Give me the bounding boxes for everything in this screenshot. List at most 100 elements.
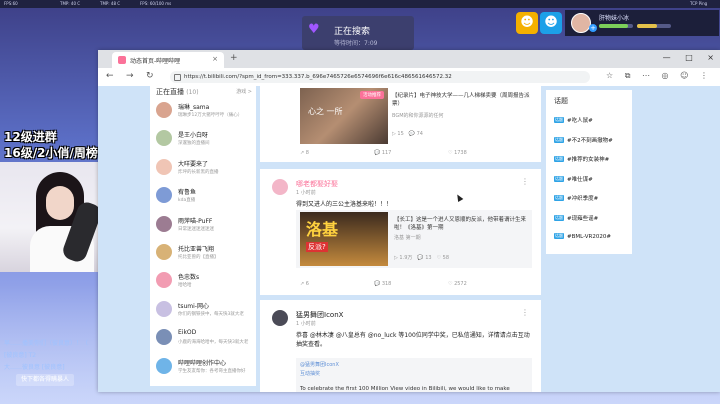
maximize-button[interactable]: □: [685, 53, 693, 62]
topic-badge: 话题: [554, 195, 564, 201]
like-button[interactable]: ♡ 2572: [448, 281, 522, 287]
forward-button[interactable]: →: [126, 71, 134, 81]
group-icon[interactable]: ☻: [540, 12, 562, 34]
topic-item[interactable]: 话题 #冲织季度#: [554, 194, 598, 202]
live-item[interactable]: 雨萍喵-PuFF 日常迷迷迷迷迷迷: [156, 214, 252, 236]
live-item[interactable]: 大咩要来了 炸坪的长新黑的直播: [156, 157, 252, 179]
live-item[interactable]: 是王小白呀 深邃独的直播间: [156, 128, 252, 150]
video-source: BGM的和你源源的任何: [392, 113, 444, 119]
topic-badge: 话题: [554, 214, 564, 221]
share-button[interactable]: ↗ 8: [300, 150, 374, 156]
post-text: 得到又进人的三公主洛基来啦！！！: [296, 201, 393, 208]
url-field[interactable]: https://t.bilibili.com/?spm_id_from=333.…: [170, 71, 590, 83]
post-time: 1 小时前: [296, 321, 316, 327]
extensions-icon[interactable]: ⋯: [642, 71, 650, 80]
topic-item[interactable]: 话题 #推荐的女装神#: [554, 155, 609, 163]
avatar[interactable]: [272, 179, 288, 195]
avatar: [156, 300, 172, 317]
add-icon[interactable]: +: [589, 24, 597, 32]
topic-item[interactable]: 话题 #BML-VR2020#: [554, 233, 611, 240]
live-item[interactable]: 宥鲁鱼 kda直播: [156, 185, 252, 207]
live-item[interactable]: 瑞琳_sama 瑞琳步12万大猪哼哼哼（痛心）: [156, 100, 252, 122]
comment-button[interactable]: 💬 117: [374, 150, 448, 156]
live-stream-title: kda直播: [178, 198, 196, 204]
post-text: 恭喜 @林木凄 @八皇总有 @no_luck 等100位同学中奖，已私信通知，详…: [296, 332, 530, 348]
collections-icon[interactable]: ⧉: [625, 71, 631, 80]
like-button[interactable]: ♡ 1738: [448, 150, 522, 156]
lock-icon: [174, 74, 181, 81]
live-streamer-name: EikOD: [178, 329, 197, 337]
thumbnail[interactable]: 心之 一所 活动推荐: [300, 88, 388, 144]
topic-item[interactable]: 话题 #吃人鼠#: [554, 116, 593, 124]
heart-icon: ♥: [308, 22, 320, 37]
share-button[interactable]: ↗ 6: [300, 281, 374, 287]
favorite-star-icon[interactable]: ☆: [606, 71, 613, 80]
avatar: [156, 102, 172, 118]
more-options-icon[interactable]: ⋮: [521, 177, 529, 186]
avatar: [156, 130, 172, 147]
avatar: [156, 187, 172, 204]
people-icon[interactable]: ☻: [516, 12, 538, 34]
live-item[interactable]: 托比亚兽飞翔 托比亚兽的【直播】: [156, 242, 252, 264]
video-title[interactable]: 【纪录片】电子神技大学——几人梯梯卖要（周周报告派票）: [392, 92, 532, 108]
user-name: 肝物妹小冰: [599, 15, 630, 22]
user-name[interactable]: 猛男舞团IconX: [296, 310, 343, 320]
status-temp-1: TMP: 40 C: [60, 1, 81, 6]
back-button[interactable]: ←: [106, 71, 114, 81]
toolbar-icons: ☆ ⧉ ⋯ ◎ ☺ ⋮: [606, 71, 717, 81]
live-item[interactable]: 哔哩哔哩创作中心 学生友友帮你：各考哥主直播你好: [156, 356, 252, 378]
activity-badge: 活动推荐: [360, 91, 384, 99]
window-controls: — □ ×: [651, 53, 714, 62]
level-bar: [599, 24, 633, 28]
feed-card: 心之 一所 活动推荐 【纪录片】电子神技大学——几人梯梯卖要（周周报告派票） B…: [260, 86, 541, 162]
more-options-icon[interactable]: ⋮: [521, 308, 529, 317]
chat-message: 大……彼良意 [彼良意]: [4, 364, 65, 371]
topic-badge: 话题: [554, 117, 564, 123]
repost-box[interactable]: @猛男舞团IconX 互动抽奖 To celebrate the first 1…: [296, 358, 532, 392]
minimize-button[interactable]: —: [663, 53, 671, 62]
avatar: [156, 244, 172, 260]
new-tab-button[interactable]: +: [230, 53, 238, 63]
live-stream-title: 日常迷迷迷迷迷迷: [178, 226, 214, 232]
feed-card: 哪老都娶好娶 1 小时前 ⋮ 得到又进人的三公主洛基来啦！！！ 洛基 反派? 【…: [260, 169, 541, 295]
topic-label: #推荐的女装神#: [567, 157, 610, 163]
live-item[interactable]: 色忠数s 哈哈哈: [156, 270, 252, 292]
live-streamer-name: 哔哩哔哩创作中心: [178, 359, 227, 367]
avatar: [156, 158, 172, 175]
avatar: [156, 272, 172, 289]
topic-item[interactable]: 话题 #唯仕谋#: [554, 175, 593, 183]
live-streamer-name: 托比亚兽飞翔: [178, 246, 215, 253]
close-window-button[interactable]: ×: [707, 53, 714, 62]
lottery-link[interactable]: 互动抽奖: [300, 370, 320, 377]
sync-icon[interactable]: ◎: [662, 71, 669, 80]
live-list: 正在直播 (10) 游戏 > 瑞琳_sama 瑞琳步12万大猪哼哼哼（痛心） 是王小…: [150, 86, 256, 386]
close-tab-icon[interactable]: ×: [212, 55, 218, 63]
user-name[interactable]: 哪老都娶好娶: [296, 179, 338, 189]
live-streamer-name: 雨萍喵-PuFF: [178, 217, 213, 225]
avatar[interactable]: [272, 310, 288, 326]
topic-item[interactable]: 话题 #不2不刻画撤物#: [554, 136, 613, 144]
user-panel: + 肝物妹小冰: [565, 10, 719, 36]
live-item[interactable]: tsumi-网心 你们的钢铁侠中，每天快3就大老: [156, 299, 252, 321]
profile-icon[interactable]: ☺: [680, 71, 688, 80]
tab-dynamic-home[interactable]: 动态首页-哔哩哔哩 ×: [112, 52, 224, 68]
topic-badge: 话题: [554, 175, 564, 182]
live-item[interactable]: EikOD 小鹿的海海哈哈中，每天快3就大老: [156, 327, 252, 349]
live-stream-title: 小鹿的海海哈哈中，每天快3就大老: [178, 340, 249, 346]
repost-author[interactable]: @猛男舞团IconX: [300, 361, 339, 368]
menu-icon[interactable]: ⋮: [700, 71, 708, 80]
chat-button[interactable]: 快下都各得瞒暴人: [16, 374, 74, 386]
live-streamer-name: tsumi-网心: [178, 302, 209, 310]
live-header: 正在直播 (10): [156, 88, 199, 96]
topic-item[interactable]: 话题 #现雍些谣#: [554, 214, 598, 222]
live-more-link[interactable]: 游戏 >: [236, 88, 252, 95]
video-card[interactable]: 洛基 反派? 【长工】这是一个进人又恩顺的反派，他带着谓计生来啦！《洛基》第一期…: [296, 210, 532, 268]
video-stats: ▷ 1.9万 💬 13 ♡ 58: [394, 255, 450, 261]
overlay-line-1: 12级进群: [4, 130, 57, 144]
comment-button[interactable]: 💬 318: [374, 281, 448, 287]
status-latency: FPS: 60/100 ms: [140, 1, 172, 6]
topic-label: #吃人鼠#: [567, 118, 593, 124]
video-thumbnail[interactable]: 洛基 反派?: [300, 212, 388, 266]
browser-window: 动态首页-哔哩哔哩 × + — □ × ← → ↻ https://t.bili…: [98, 50, 720, 392]
reload-button[interactable]: ↻: [146, 71, 154, 81]
